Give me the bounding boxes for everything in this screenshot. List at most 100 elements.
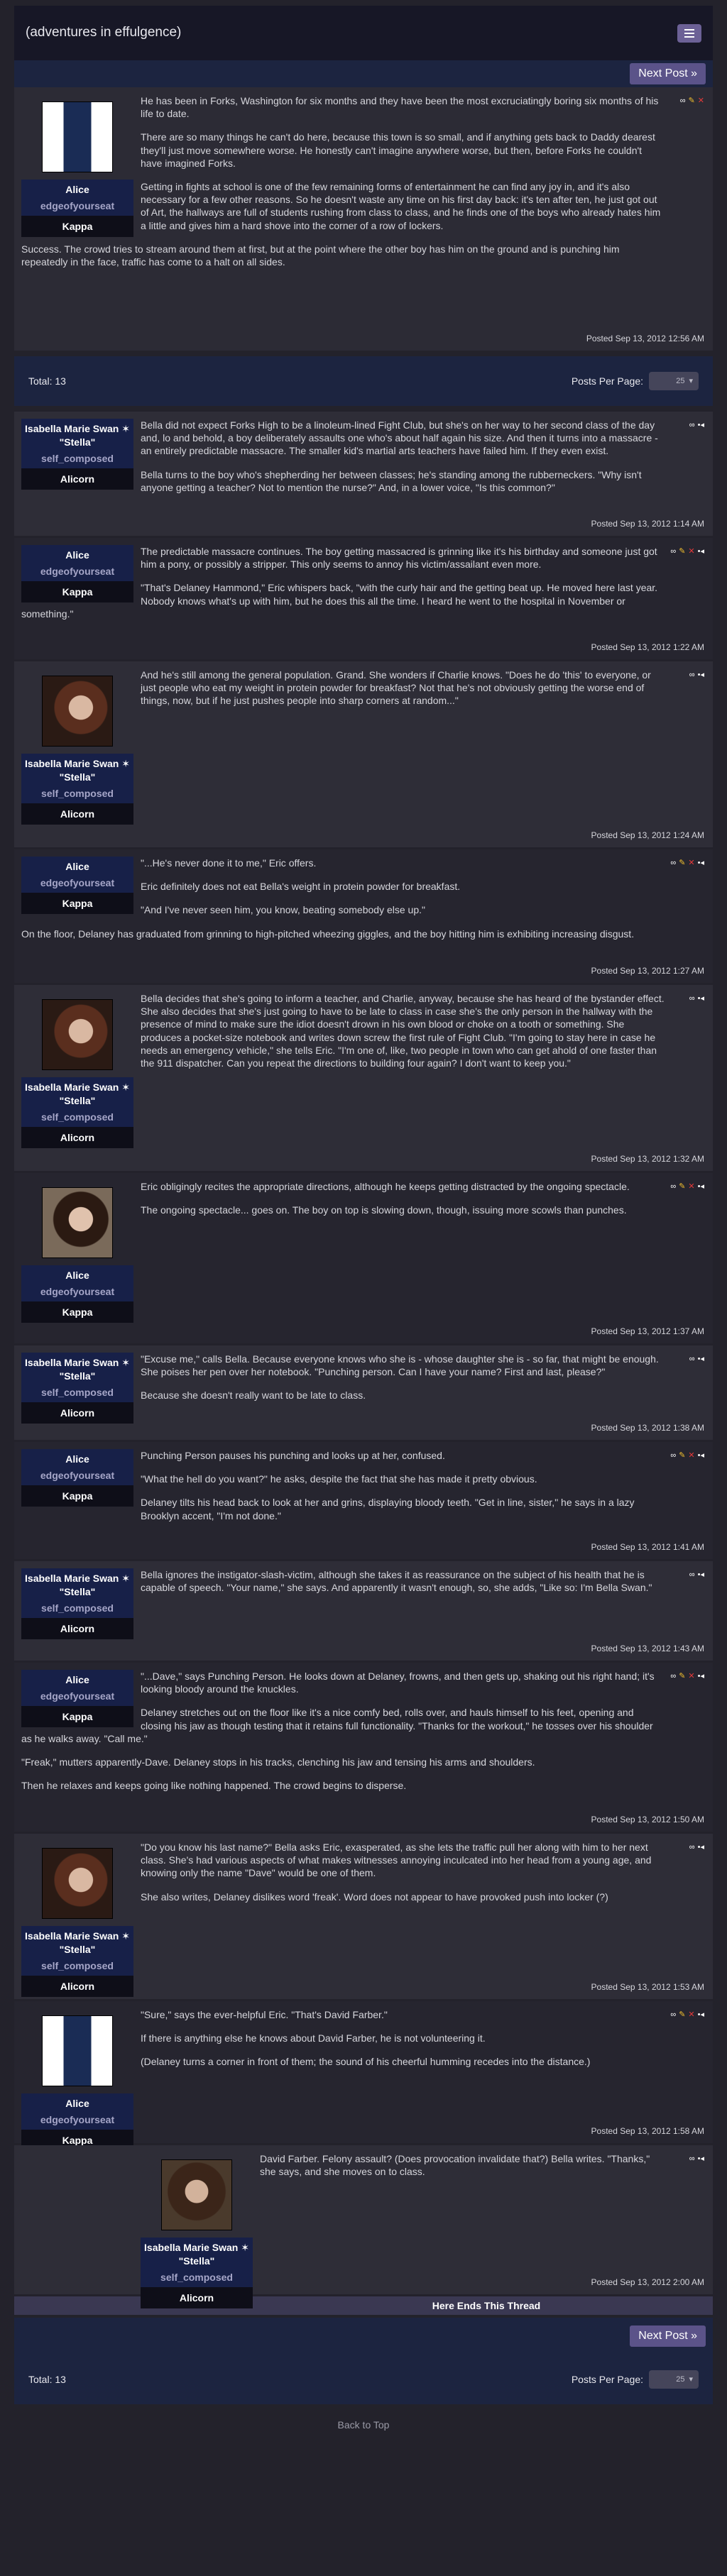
avatar[interactable] <box>42 999 113 1070</box>
link-icon[interactable]: ∞ <box>689 422 695 429</box>
avatar[interactable] <box>42 1187 113 1258</box>
link-icon[interactable]: ∞ <box>689 1571 695 1579</box>
post-timestamp[interactable]: Posted Sep 13, 2012 1:22 AM <box>591 629 704 654</box>
more-icon[interactable]: •◂ <box>698 1355 704 1363</box>
delete-icon[interactable]: ✕ <box>688 548 694 556</box>
more-icon[interactable]: •◂ <box>698 995 704 1003</box>
username[interactable]: edgeofyourseat <box>24 2113 131 2126</box>
avatar[interactable] <box>161 2159 232 2230</box>
username[interactable]: edgeofyourseat <box>24 565 131 578</box>
post-timestamp[interactable]: Posted Sep 13, 2012 1:43 AM <box>591 1631 704 1655</box>
character-name[interactable]: Alice <box>24 1673 131 1687</box>
more-icon[interactable]: •◂ <box>698 671 704 679</box>
edit-pencil-icon[interactable]: ✎ <box>679 1452 685 1460</box>
character-name[interactable]: Isabella Marie Swan ✶ "Stella" <box>24 1081 131 1108</box>
character-name[interactable]: Isabella Marie Swan ✶ "Stella" <box>24 1930 131 1956</box>
more-icon[interactable]: •◂ <box>698 1673 704 1680</box>
more-icon[interactable]: •◂ <box>698 2011 704 2019</box>
username[interactable]: self_composed <box>24 1386 131 1399</box>
post: Alice edgeofyourseat Kappa ∞ ✎ ✕ •◂ Eric obligi… <box>14 1173 713 1343</box>
post-timestamp[interactable]: Posted Sep 13, 2012 1:14 AM <box>591 506 704 530</box>
next-post-button-bottom[interactable]: Next Post » <box>630 2325 706 2347</box>
post-timestamp[interactable]: Posted Sep 13, 2012 1:50 AM <box>591 1802 704 1826</box>
avatar[interactable] <box>42 101 113 172</box>
username[interactable]: self_composed <box>24 787 131 800</box>
post-timestamp[interactable]: Posted Sep 13, 2012 1:37 AM <box>591 1314 704 1338</box>
per-page-select[interactable]: 25 ▾ <box>649 2370 699 2389</box>
more-icon[interactable]: •◂ <box>698 2155 704 2163</box>
more-icon[interactable]: •◂ <box>698 1452 704 1460</box>
link-icon[interactable]: ∞ <box>670 859 676 867</box>
link-icon[interactable]: ∞ <box>689 671 695 679</box>
edit-pencil-icon[interactable]: ✎ <box>679 2011 685 2019</box>
link-icon[interactable]: ∞ <box>670 1452 676 1460</box>
next-post-button-top[interactable]: Next Post » <box>630 62 706 85</box>
more-icon[interactable]: •◂ <box>698 1844 704 1851</box>
username[interactable]: self_composed <box>24 452 131 465</box>
more-icon[interactable]: •◂ <box>698 859 704 867</box>
more-icon[interactable]: •◂ <box>698 1183 704 1191</box>
character-name[interactable]: Isabella Marie Swan ✶ "Stella" <box>24 757 131 784</box>
delete-icon[interactable]: ✕ <box>688 1183 694 1191</box>
edit-pencil-icon[interactable]: ✎ <box>679 1183 685 1191</box>
delete-icon[interactable]: ✕ <box>688 1452 694 1460</box>
link-icon[interactable]: ∞ <box>670 548 676 556</box>
edit-pencil-icon[interactable]: ✎ <box>679 859 685 867</box>
link-icon[interactable]: ∞ <box>689 1355 695 1363</box>
post-timestamp[interactable]: Posted Sep 13, 2012 1:24 AM <box>591 818 704 842</box>
post-timestamp[interactable]: Posted Sep 13, 2012 1:38 AM <box>591 1410 704 1434</box>
link-icon[interactable]: ∞ <box>670 1183 676 1191</box>
post-timestamp[interactable]: Posted Sep 13, 2012 1:53 AM <box>591 1969 704 1993</box>
edit-pencil-icon[interactable]: ✎ <box>679 1673 685 1680</box>
link-icon[interactable]: ∞ <box>680 97 686 105</box>
post-timestamp[interactable]: Posted Sep 13, 2012 12:56 AM <box>586 321 704 345</box>
post-timestamp[interactable]: Posted Sep 13, 2012 1:41 AM <box>591 1529 704 1553</box>
username[interactable]: edgeofyourseat <box>24 199 131 212</box>
edit-pencil-icon[interactable]: ✎ <box>679 548 685 556</box>
hamburger-menu-icon[interactable] <box>677 23 701 43</box>
avatar[interactable] <box>42 676 113 747</box>
username[interactable]: edgeofyourseat <box>24 876 131 889</box>
username[interactable]: self_composed <box>24 1111 131 1123</box>
per-page-select[interactable]: 25 ▾ <box>649 372 699 390</box>
post-author-info: Alice edgeofyourseat Kappa <box>21 94 133 238</box>
site-title[interactable]: (adventures in effulgence) <box>26 24 181 42</box>
link-icon[interactable]: ∞ <box>689 995 695 1003</box>
link-icon[interactable]: ∞ <box>670 2011 676 2019</box>
avatar[interactable] <box>42 1848 113 1919</box>
character-name[interactable]: Isabella Marie Swan ✶ "Stella" <box>24 422 131 449</box>
character-name[interactable]: Alice <box>24 1453 131 1466</box>
edit-pencil-icon[interactable]: ✎ <box>689 97 695 105</box>
character-name[interactable]: Alice <box>24 549 131 562</box>
character-name[interactable]: Isabella Marie Swan ✶ "Stella" <box>24 1572 131 1599</box>
post-timestamp[interactable]: Posted Sep 13, 2012 1:58 AM <box>591 2113 704 2137</box>
back-to-top-link[interactable]: Back to Top <box>0 2404 727 2445</box>
avatar[interactable] <box>42 2015 113 2086</box>
username[interactable]: self_composed <box>143 2271 250 2284</box>
username[interactable]: self_composed <box>24 1602 131 1614</box>
character-name[interactable]: Alice <box>24 2097 131 2110</box>
character-name[interactable]: Isabella Marie Swan ✶ "Stella" <box>24 1356 131 1383</box>
username[interactable]: self_composed <box>24 1959 131 1972</box>
delete-icon[interactable]: ✕ <box>688 2011 694 2019</box>
delete-icon[interactable]: ✕ <box>688 859 694 867</box>
delete-icon[interactable]: ✕ <box>688 1673 694 1680</box>
post-timestamp[interactable]: Posted Sep 13, 2012 1:27 AM <box>591 953 704 977</box>
post-timestamp[interactable]: Posted Sep 13, 2012 2:00 AM <box>591 2264 704 2289</box>
character-name[interactable]: Isabella Marie Swan ✶ "Stella" <box>143 2241 250 2268</box>
character-name[interactable]: Alice <box>24 860 131 874</box>
post-author-info: Isabella Marie Swan ✶ "Stella" self_compo… <box>21 419 133 490</box>
username[interactable]: edgeofyourseat <box>24 1285 131 1298</box>
character-name[interactable]: Alice <box>24 1269 131 1282</box>
link-icon[interactable]: ∞ <box>689 2155 695 2163</box>
character-name[interactable]: Alice <box>24 183 131 197</box>
delete-icon[interactable]: ✕ <box>698 97 704 105</box>
more-icon[interactable]: •◂ <box>698 422 704 429</box>
more-icon[interactable]: •◂ <box>698 548 704 556</box>
link-icon[interactable]: ∞ <box>670 1673 676 1680</box>
link-icon[interactable]: ∞ <box>689 1844 695 1851</box>
post-timestamp[interactable]: Posted Sep 13, 2012 1:32 AM <box>591 1141 704 1165</box>
username[interactable]: edgeofyourseat <box>24 1469 131 1482</box>
more-icon[interactable]: •◂ <box>698 1571 704 1579</box>
username[interactable]: edgeofyourseat <box>24 1690 131 1702</box>
